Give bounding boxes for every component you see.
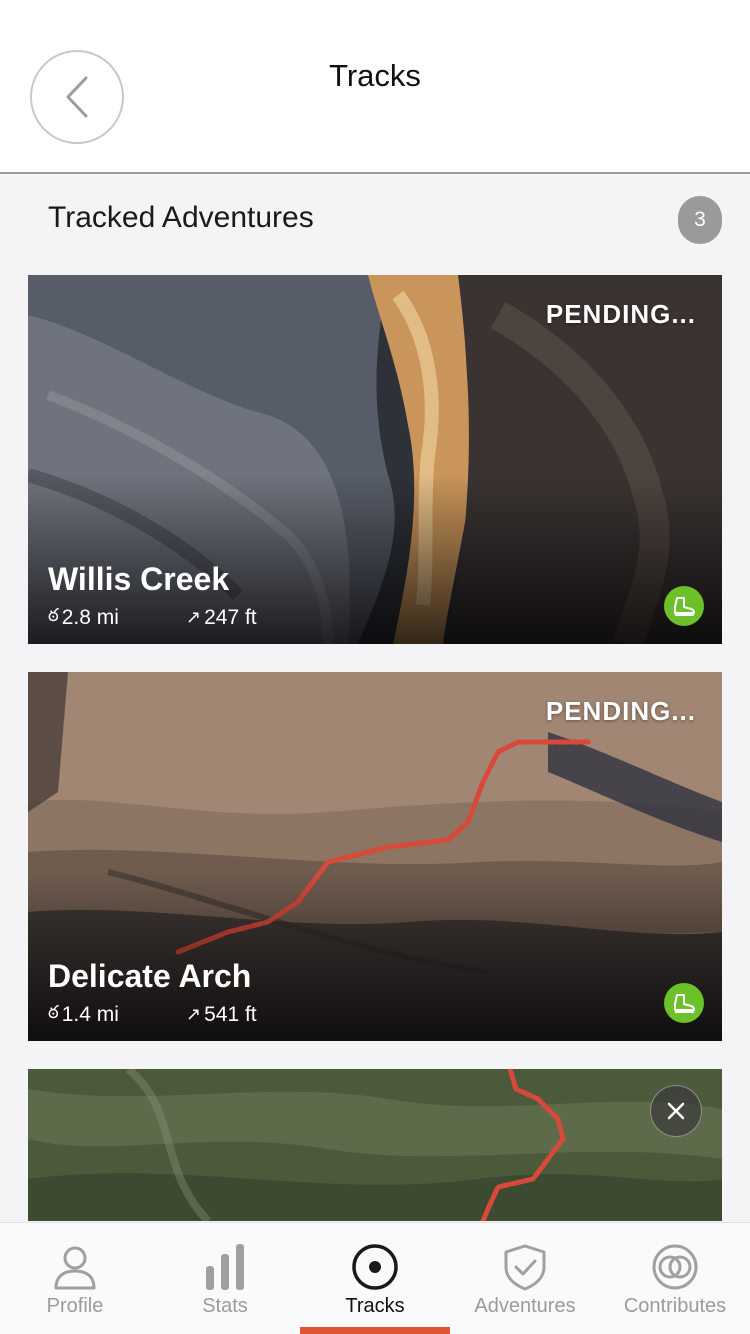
card-image	[28, 1069, 722, 1221]
active-tab-indicator	[300, 1327, 450, 1334]
elevation-stat: ↗ 541 ft	[186, 1002, 257, 1027]
elevation-value: 541 ft	[204, 1002, 257, 1026]
close-icon	[667, 1102, 685, 1120]
section-title: Tracked Adventures	[48, 201, 314, 234]
card-title: Delicate Arch	[48, 958, 252, 994]
page-title: Tracks	[329, 58, 421, 93]
tab-profile[interactable]: Profile	[0, 1223, 150, 1334]
record-icon	[352, 1244, 398, 1290]
header: Tracks	[0, 0, 750, 174]
activity-badge	[664, 983, 704, 1023]
shield-check-icon	[504, 1244, 546, 1291]
adventure-card[interactable]: PENDING... Willis Creek ఠ 2.8 mi ↗ 247 f…	[28, 275, 722, 644]
tab-bar: Profile Stats Tracks Adventures Contribu…	[0, 1222, 750, 1334]
elevation-stat: ↗ 247 ft	[186, 605, 257, 630]
tab-contributes[interactable]: Contributes	[600, 1223, 750, 1334]
tab-label: Profile	[46, 1295, 104, 1317]
elevation-value: 247 ft	[204, 605, 257, 629]
card-title: Willis Creek	[48, 561, 230, 597]
rings-icon	[652, 1244, 698, 1290]
hiking-boot-icon	[674, 597, 695, 616]
count-badge: 3	[678, 196, 722, 244]
bar-chart-icon	[206, 1244, 244, 1290]
tab-label: Stats	[202, 1295, 248, 1317]
tab-stats[interactable]: Stats	[150, 1223, 300, 1334]
activity-badge	[664, 586, 704, 626]
distance-value: 2.8 mi	[61, 605, 119, 629]
route-icon: ఠ	[48, 1002, 59, 1022]
tab-adventures[interactable]: Adventures	[450, 1223, 600, 1334]
dismiss-button[interactable]	[650, 1085, 702, 1137]
status-label: PENDING...	[545, 696, 696, 726]
card-stats: ఠ 2.8 mi ↗ 247 ft	[48, 605, 257, 630]
tab-label: Contributes	[623, 1295, 727, 1317]
card-stats: ఠ 1.4 mi ↗ 541 ft	[48, 1002, 257, 1027]
adventure-card[interactable]	[28, 1069, 722, 1221]
tab-label: Tracks	[345, 1295, 405, 1317]
elevation-icon: ↗	[186, 607, 202, 627]
tab-tracks[interactable]: Tracks	[300, 1223, 450, 1334]
distance-stat: ఠ 1.4 mi	[48, 1002, 186, 1027]
adventure-card[interactable]: PENDING... Delicate Arch ఠ 1.4 mi ↗ 541 …	[28, 672, 722, 1041]
section-header: Tracked Adventures 3	[48, 196, 722, 244]
elevation-icon: ↗	[186, 1004, 202, 1024]
status-label: PENDING...	[545, 299, 696, 329]
route-icon: ఠ	[48, 605, 59, 625]
hiking-boot-icon	[674, 994, 695, 1013]
distance-stat: ఠ 2.8 mi	[48, 605, 186, 630]
person-icon	[54, 1246, 96, 1290]
tab-label: Adventures	[474, 1295, 576, 1317]
distance-value: 1.4 mi	[61, 1002, 119, 1026]
